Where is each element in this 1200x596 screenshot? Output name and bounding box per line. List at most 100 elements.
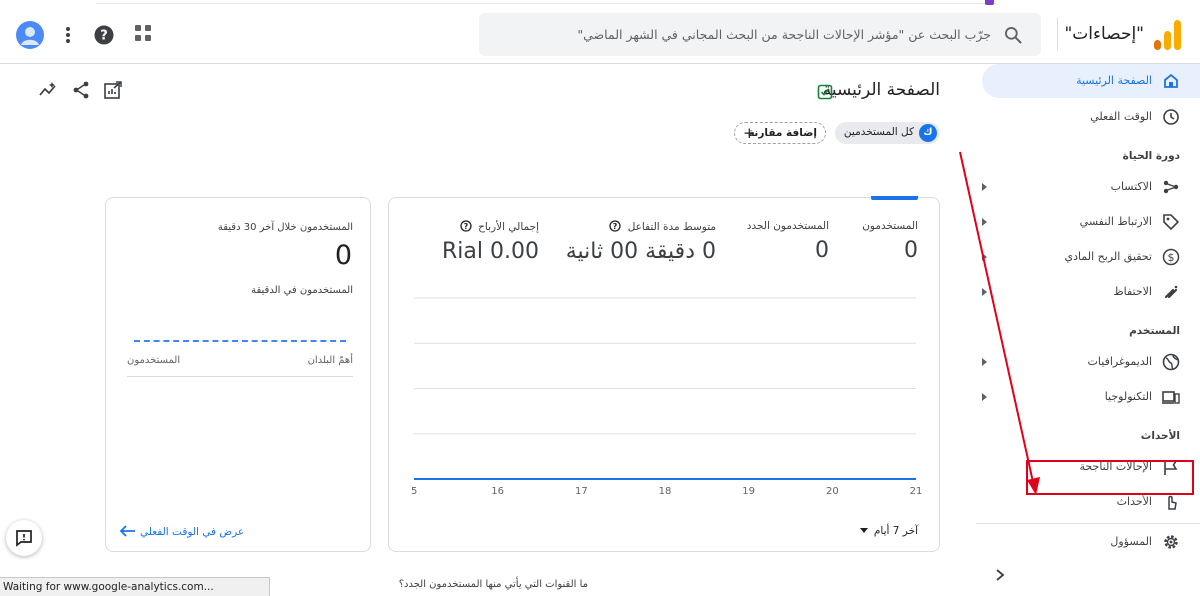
devices-icon xyxy=(1162,391,1180,404)
feedback-icon xyxy=(16,530,32,547)
sidebar-item-label: الأحداث xyxy=(1116,495,1152,508)
x-tick-label: 19 xyxy=(742,486,755,497)
sidebar-item-label: الديموغرافيات xyxy=(1087,355,1152,368)
section-question: ما القنوات التي يأتي منها المستخدمون الج… xyxy=(398,579,588,590)
section-heading-events: الأحداث xyxy=(1140,430,1180,442)
caret-down-icon xyxy=(859,528,868,533)
sidebar-item-label: الوقت الفعلي xyxy=(1090,110,1152,123)
x-tick-label: 21 xyxy=(910,486,923,497)
svg-text:?: ? xyxy=(613,222,618,231)
dollar-icon: $ xyxy=(1162,248,1180,266)
page-title: الصفحة الرئيسية xyxy=(822,80,940,100)
metric-new-users[interactable]: المستخدمون الجدد 0 xyxy=(747,220,829,263)
users-line-chart: 5 16 17 18 19 20 21 xyxy=(411,297,923,497)
date-range-label: آخر 7 أيام xyxy=(873,525,918,537)
sidebar-item-label: الاحتفاظ xyxy=(1113,285,1152,298)
metric-users[interactable]: المستخدمون 0 xyxy=(862,220,918,263)
touch-icon xyxy=(1168,495,1177,510)
search-box[interactable] xyxy=(479,13,1041,56)
x-tick-label: 17 xyxy=(575,486,588,497)
magnet-icon xyxy=(1164,285,1178,299)
metric-label: المستخدمون الجدد xyxy=(746,220,829,232)
tag-icon xyxy=(1163,214,1180,231)
browser-status-bar: Waiting for www.google-analytics.com... xyxy=(0,577,270,596)
chip-label: كل المستخدمين xyxy=(843,126,914,138)
acquisition-icon xyxy=(1163,180,1179,194)
metric-value: 0 دقيقة 00 ثانية xyxy=(565,239,716,264)
realtime-sparkline xyxy=(134,340,346,342)
all-users-chip[interactable]: ك كل المستخدمين xyxy=(835,122,940,144)
plus-icon: + xyxy=(743,124,756,142)
column-header-users: المستخدمون xyxy=(127,355,181,366)
sidebar-item-label: الصفحة الرئيسية xyxy=(1076,74,1152,87)
help-icon[interactable]: ? xyxy=(94,25,114,45)
section-heading-user: المستخدم xyxy=(1129,325,1180,337)
account-avatar-icon[interactable] xyxy=(16,21,44,49)
date-range-selector[interactable]: آخر 7 أيام xyxy=(859,525,918,537)
globe-icon xyxy=(1162,353,1180,371)
svg-text:?: ? xyxy=(463,222,468,231)
x-tick-label: 16 xyxy=(491,486,504,497)
search-input[interactable] xyxy=(501,21,991,48)
metric-total-revenue[interactable]: إجمالي الأرباح ? Rial 0.00 xyxy=(442,220,539,264)
add-comparison-button[interactable]: إضافة مقارنة + xyxy=(734,122,826,144)
chip-label: إضافة مقارنة xyxy=(748,127,817,139)
property-title[interactable]: "إحصاءات" xyxy=(1064,24,1144,44)
browser-bookmark-bar-edge xyxy=(96,0,996,4)
metric-value: 0 xyxy=(815,238,829,263)
sidebar-item-realtime[interactable]: الوقت الفعلي xyxy=(982,100,1200,134)
svg-text:$: $ xyxy=(1168,251,1175,264)
realtime-subtitle: المستخدمون في الدقيقة xyxy=(251,285,353,296)
sidebar-item-label: الاكتساب xyxy=(1110,180,1152,193)
realtime-value: 0 xyxy=(334,240,352,271)
metric-label: متوسط مدة التفاعل xyxy=(627,221,716,233)
metric-value: 0 xyxy=(904,238,918,263)
search-icon[interactable] xyxy=(1003,25,1023,45)
feedback-button[interactable] xyxy=(6,520,42,556)
svg-text:?: ? xyxy=(100,29,108,44)
x-tick-label: 18 xyxy=(659,486,672,497)
sidebar-divider xyxy=(976,523,1200,524)
table-divider xyxy=(127,376,353,377)
analytics-logo-icon[interactable] xyxy=(1154,20,1182,50)
metric-value: Rial 0.00 xyxy=(442,239,539,264)
segment-letter-badge: ك xyxy=(919,124,937,142)
realtime-title: المستخدمون خلال آخر 30 دقيقة xyxy=(217,222,353,233)
metric-label-row: إجمالي الأرباح ? xyxy=(442,220,539,233)
annotation-arrow xyxy=(959,151,1040,495)
admin-highlight-box xyxy=(1026,460,1194,495)
help-circle-icon[interactable]: ? xyxy=(460,220,472,232)
header-divider xyxy=(1057,18,1058,50)
arrow-left-icon xyxy=(120,525,135,537)
x-tick-label: 20 xyxy=(826,486,839,497)
share-icon[interactable] xyxy=(71,80,91,100)
clock-icon xyxy=(1163,109,1179,125)
verified-check-icon[interactable] xyxy=(817,84,833,100)
insights-icon[interactable] xyxy=(38,80,58,100)
top-header: "إحصاءات" ? xyxy=(0,0,1200,64)
x-tick-label: 5 xyxy=(411,486,417,497)
metric-engagement-time[interactable]: متوسط مدة التفاعل ? 0 دقيقة 00 ثانية xyxy=(566,220,716,264)
sidebar-item-home[interactable]: الصفحة الرئيسية xyxy=(982,64,1200,98)
section-heading-lifecycle: دورة الحياة xyxy=(1122,150,1180,162)
apps-grid-icon[interactable] xyxy=(134,24,152,42)
edit-report-icon[interactable] xyxy=(103,80,123,100)
more-vert-icon[interactable] xyxy=(64,26,72,44)
metric-label-row: متوسط مدة التفاعل ? xyxy=(566,220,716,233)
sidebar-item-label: التكنولوجيا xyxy=(1104,390,1152,403)
gear-icon xyxy=(1164,535,1178,549)
sidebar-item-label: المسؤول xyxy=(1110,535,1152,548)
selected-metric-indicator xyxy=(871,196,918,200)
realtime-card xyxy=(105,197,371,552)
sidebar-item-admin[interactable]: المسؤول xyxy=(982,525,1200,559)
help-circle-icon[interactable]: ? xyxy=(609,220,621,232)
metric-label: إجمالي الأرباح xyxy=(478,221,539,233)
sidebar-item-label: الارتباط النفسي xyxy=(1079,215,1152,228)
view-realtime-link[interactable]: عرض في الوقت الفعلي xyxy=(120,520,244,538)
sidebar-item-label: تحقيق الربح المادي xyxy=(1064,250,1152,263)
column-header-country: أهمّ البلدان xyxy=(307,355,353,366)
bookmark-icon xyxy=(985,0,994,5)
home-icon xyxy=(1164,73,1178,88)
metric-label: المستخدمون xyxy=(862,220,918,232)
chevron-right-icon[interactable] xyxy=(992,567,1008,583)
